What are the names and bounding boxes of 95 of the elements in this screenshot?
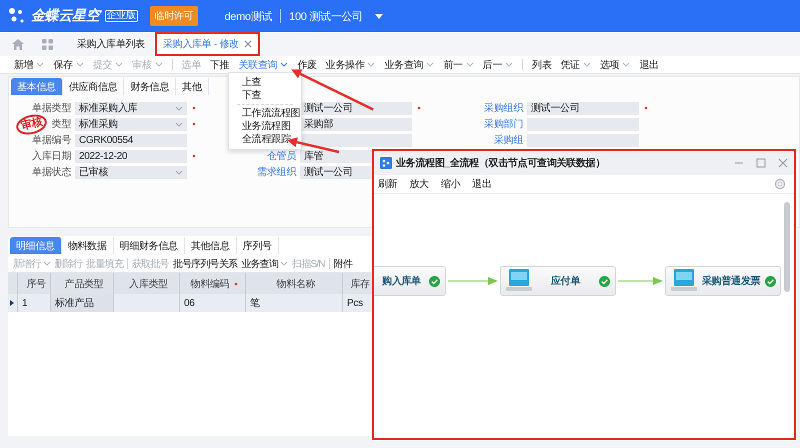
page-tab[interactable]: 采购入库单 - 修改 xyxy=(156,34,258,54)
toolbar-button[interactable]: 凭证 xyxy=(560,58,591,72)
toolbar-button[interactable]: 刷新 xyxy=(378,177,398,191)
section-tab[interactable]: 基本信息 xyxy=(11,78,63,95)
menu-item[interactable]: 下查 xyxy=(229,89,301,102)
caret-icon xyxy=(115,62,124,67)
caret-icon xyxy=(280,261,288,266)
flow-arrow xyxy=(448,277,498,285)
home-icon[interactable] xyxy=(12,38,24,50)
settings-icon[interactable] xyxy=(774,178,786,190)
caret-icon xyxy=(36,62,44,67)
logo-icon xyxy=(8,7,26,25)
section-tab[interactable]: 财务信息 xyxy=(124,78,176,95)
toolbar-button[interactable]: 下推 xyxy=(210,58,230,72)
menu-item[interactable]: 工作流流程图 xyxy=(229,107,301,120)
field-label[interactable]: 需求组织 xyxy=(257,165,296,179)
section-tab[interactable]: 明细信息 xyxy=(10,237,62,254)
section-tab[interactable]: 明细财务信息 xyxy=(114,237,185,254)
caret-icon xyxy=(426,62,434,67)
toolbar-button[interactable]: 作废 xyxy=(297,58,317,72)
brand-name: 金蝶云星空 xyxy=(31,7,100,25)
input-field[interactable]: 采购部 xyxy=(300,118,412,130)
monitor-icon xyxy=(506,269,532,293)
caret-icon xyxy=(175,122,183,126)
caret-icon xyxy=(466,62,474,67)
toolbar-button[interactable]: 业务操作 xyxy=(326,58,376,72)
dropdown-field[interactable]: 标准采购 xyxy=(75,118,187,130)
toolbar-button[interactable]: 退出 xyxy=(472,177,492,191)
caret-icon xyxy=(175,170,183,174)
flow-node[interactable]: 应付单 xyxy=(500,266,616,296)
field-label[interactable]: 仓管员 xyxy=(266,149,296,163)
user-name[interactable]: demo测试 xyxy=(224,8,272,24)
field-label: 类型 xyxy=(52,118,71,131)
section-tab[interactable]: 其他 xyxy=(176,78,209,95)
toolbar-button[interactable]: 新增 xyxy=(14,58,44,72)
field-label[interactable]: 采购部门 xyxy=(484,117,523,131)
toolbar-button[interactable]: 附件 xyxy=(334,256,352,270)
field-label[interactable]: 采购组织 xyxy=(484,101,523,115)
toolbar-button[interactable]: 前一 xyxy=(443,58,474,72)
toolbar-button[interactable]: 选项 xyxy=(600,58,630,72)
field-label: 单据状态 xyxy=(32,166,71,179)
input-field[interactable]: 2022-12-20 xyxy=(75,150,187,162)
table-cell-text: Pcs xyxy=(346,296,364,310)
dropdown-field[interactable]: 已审核 xyxy=(75,166,187,178)
caret-icon xyxy=(76,62,84,67)
toolbar-button[interactable]: 缩小 xyxy=(440,177,460,191)
license-badge: 临时许可 xyxy=(150,6,198,26)
toolbar-button[interactable]: 批号序列号关系 xyxy=(172,256,238,270)
table-cell: 标准产品 xyxy=(51,294,114,312)
column-header[interactable]: 库存 xyxy=(343,273,373,294)
app-icon xyxy=(380,157,392,169)
flow-node[interactable]: 购入库单 xyxy=(374,266,446,296)
caret-icon xyxy=(622,62,630,67)
scrollbar[interactable] xyxy=(784,202,790,292)
toolbar-button[interactable]: 退出 xyxy=(639,58,659,72)
input-field[interactable]: CGRK00554 xyxy=(75,134,187,146)
flow-arrow xyxy=(618,277,663,285)
field-label: 入库日期 xyxy=(32,150,71,163)
caret-icon xyxy=(280,62,288,67)
toolbar-button[interactable]: 放大 xyxy=(409,177,429,191)
section-tab[interactable]: 其他信息 xyxy=(184,237,237,254)
caret-icon xyxy=(154,62,163,67)
caret-icon xyxy=(367,62,376,67)
menu-item[interactable]: 业务流程图 xyxy=(229,120,301,133)
section-tab[interactable]: 供应商信息 xyxy=(62,78,124,95)
flow-node[interactable]: 采购普通发票 xyxy=(665,266,781,296)
toolbar-button[interactable]: 后一 xyxy=(482,58,514,72)
page-tab[interactable]: 采购入库单列表 xyxy=(71,34,151,54)
toolbar-button[interactable]: 业务查询 xyxy=(241,256,288,270)
required-mark xyxy=(234,282,238,286)
input-field[interactable]: 测试一公司 xyxy=(527,102,639,114)
monitor-icon xyxy=(671,269,697,293)
section-tab[interactable]: 序列号 xyxy=(236,237,279,254)
caret-icon xyxy=(582,62,591,67)
organization-name[interactable]: 100 测试一公司 xyxy=(289,8,363,24)
table-cell: 06 xyxy=(180,294,246,312)
caret-icon xyxy=(505,62,514,67)
field-label[interactable]: 采购组 xyxy=(494,133,523,147)
input-field[interactable] xyxy=(300,134,412,146)
menu-item[interactable]: 上查 xyxy=(229,76,301,89)
close-icon[interactable] xyxy=(778,158,788,168)
dropdown-field[interactable]: 标准采购入库 xyxy=(75,102,187,114)
toolbar-button[interactable]: 业务查询 xyxy=(384,58,434,72)
close-icon[interactable] xyxy=(244,40,252,48)
grid-icon[interactable] xyxy=(42,38,53,50)
toolbar-button[interactable]: 保存 xyxy=(53,58,84,72)
section-tab[interactable]: 物料数据 xyxy=(62,237,114,254)
toolbar-button[interactable]: 列表 xyxy=(532,58,552,72)
input-field[interactable]: 测试一公司 xyxy=(300,102,412,114)
caret-icon xyxy=(42,261,51,266)
maximize-icon[interactable] xyxy=(756,158,766,168)
caret-icon xyxy=(175,106,183,110)
table-cell: 笔 xyxy=(246,294,343,312)
caret-icon[interactable] xyxy=(374,14,383,18)
toolbar-button[interactable]: 关联查询 xyxy=(238,58,288,72)
